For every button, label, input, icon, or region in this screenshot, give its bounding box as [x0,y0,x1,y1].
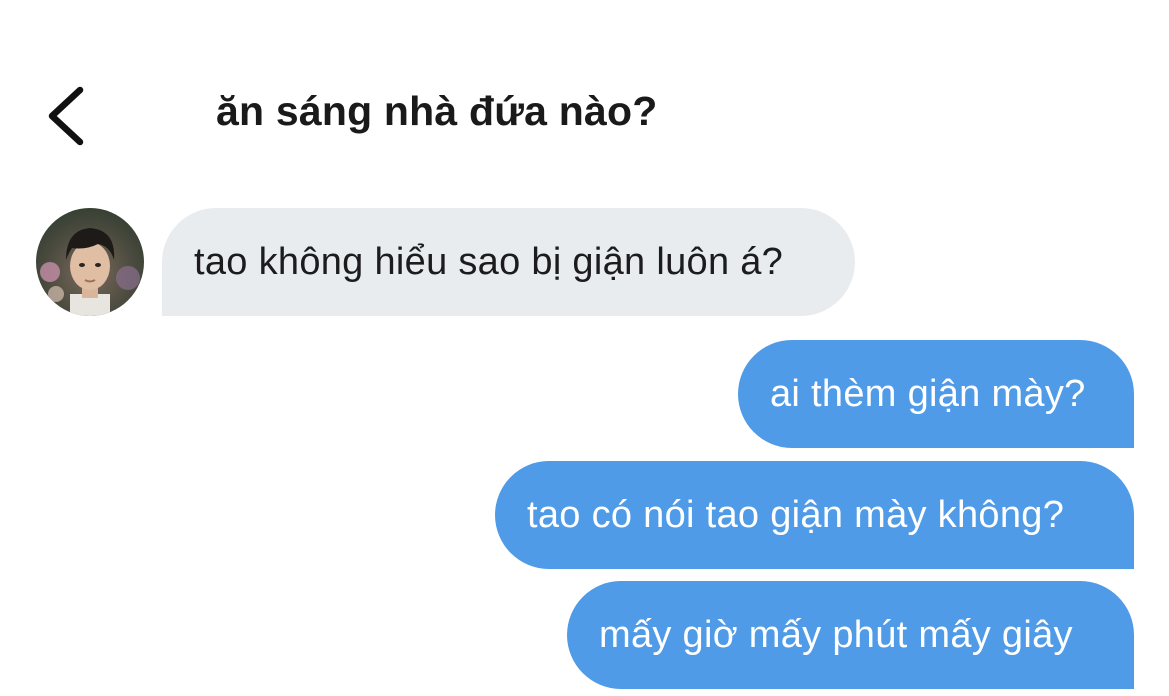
outgoing-message[interactable]: tao có nói tao giận mày không? [495,461,1134,569]
outgoing-message[interactable]: mấy giờ mấy phút mấy giây [567,581,1134,689]
outgoing-message[interactable]: ai thèm giận mày? [738,340,1134,448]
incoming-message[interactable]: tao không hiểu sao bị giận luôn á? [162,208,855,316]
chevron-left-icon [48,86,84,146]
chat-header: ăn sáng nhà đứa nào? [0,0,1169,190]
avatar-image [36,208,144,316]
back-button[interactable] [38,80,98,152]
avatar[interactable] [36,208,144,316]
chat-title: ăn sáng nhà đứa nào? [216,88,658,134]
